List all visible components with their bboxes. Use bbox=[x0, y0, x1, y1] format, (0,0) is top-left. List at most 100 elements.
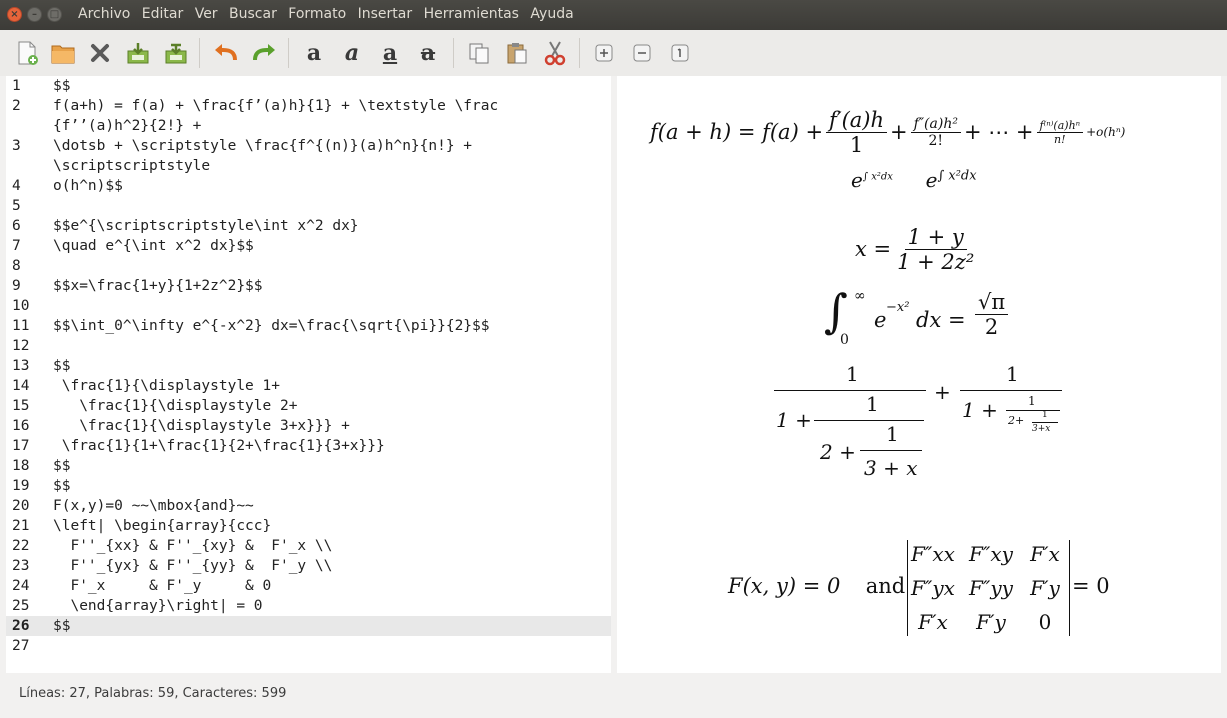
line-number: 13 bbox=[12, 358, 30, 374]
menu-ayuda[interactable]: Ayuda bbox=[530, 6, 573, 22]
editor-line[interactable]: 16 \frac{1}{\displaystyle 3+x}}} + bbox=[6, 416, 611, 436]
line-code: \end{array}\right| = 0 bbox=[53, 598, 263, 614]
editor-line[interactable]: 17 \frac{1}{1+\frac{1}{2+\frac{1}{3+x}}} bbox=[6, 436, 611, 456]
paste-icon[interactable] bbox=[503, 39, 531, 67]
preview-determinant-matrix: F″xx F″xy F′x F″yx F″yy F′y F′x F′y 0 bbox=[907, 540, 1070, 636]
underline-icon[interactable]: a bbox=[376, 39, 404, 67]
editor-line[interactable]: 19 $$ bbox=[6, 476, 611, 496]
menu-ver[interactable]: Ver bbox=[195, 6, 218, 22]
minimize-icon[interactable]: – bbox=[27, 7, 42, 22]
editor-line[interactable]: 4 o(h^n)$$ bbox=[6, 176, 611, 196]
open-file-icon[interactable] bbox=[49, 39, 77, 67]
editor-line[interactable]: 10 bbox=[6, 296, 611, 316]
editor-line[interactable]: 9 $$x=\frac{1+y}{1+2z^2}$$ bbox=[6, 276, 611, 296]
menu-herramientas[interactable]: Herramientas bbox=[424, 6, 519, 22]
menu-bar: Archivo Editar Ver Buscar Formato Insert… bbox=[78, 6, 581, 22]
eq4-frac: √π 2 bbox=[975, 290, 1009, 339]
menu-archivo[interactable]: Archivo bbox=[78, 6, 130, 22]
editor-line[interactable]: 26 $$ bbox=[6, 616, 611, 636]
maximize-icon[interactable]: □ bbox=[47, 7, 62, 22]
zoom-reset-icon[interactable] bbox=[666, 39, 694, 67]
line-code: \frac{1}{1+\frac{1}{2+\frac{1}{3+x}}} bbox=[53, 438, 385, 454]
editor-line[interactable]: 20 F(x,y)=0 ~~\mbox{and}~~ bbox=[6, 496, 611, 516]
preview-equation-determinant-lhs: F(x, y) = 0 and bbox=[728, 574, 906, 598]
line-code: F''_{yx} & F''_{yy} & F'_y \\ bbox=[53, 558, 333, 574]
editor-line[interactable]: 14 \frac{1}{\displaystyle 1+ bbox=[6, 376, 611, 396]
save-as-icon[interactable] bbox=[162, 39, 190, 67]
italic-icon[interactable]: a bbox=[338, 39, 366, 67]
eq1-frac1: f′(a)h 1 bbox=[826, 108, 888, 157]
menu-formato[interactable]: Formato bbox=[288, 6, 346, 22]
editor-line[interactable]: 8 bbox=[6, 256, 611, 276]
menu-insertar[interactable]: Insertar bbox=[358, 6, 413, 22]
redo-icon[interactable] bbox=[250, 39, 278, 67]
menu-editar[interactable]: Editar bbox=[142, 6, 183, 22]
editor-line[interactable]: 13 $$ bbox=[6, 356, 611, 376]
line-number: 27 bbox=[12, 638, 30, 654]
editor-line[interactable]: 1 $$ bbox=[6, 76, 611, 96]
close-icon[interactable]: × bbox=[7, 7, 22, 22]
line-code: \frac{1}{\displaystyle 1+ bbox=[53, 378, 280, 394]
editor-line[interactable]: {f’’(a)h^2}{2!} + bbox=[6, 116, 611, 136]
preview-equation-exponentials: e∫ x²dx e∫ x²dx bbox=[851, 168, 977, 192]
eq3-frac: 1 + y1 + 2z² bbox=[897, 224, 975, 274]
undo-icon[interactable] bbox=[212, 39, 240, 67]
editor-line[interactable]: 6 $$e^{\scriptscriptstyle\int x^2 dx} bbox=[6, 216, 611, 236]
zoom-in-icon[interactable] bbox=[590, 39, 618, 67]
preview-equation-determinant-rhs: = 0 bbox=[1072, 574, 1110, 598]
cut-icon[interactable] bbox=[541, 39, 569, 67]
menu-buscar[interactable]: Buscar bbox=[229, 6, 277, 22]
preview-equation-gaussian-integral: ∫ ∞ 0 e −x² dx = √π 2 bbox=[824, 284, 1024, 352]
line-code: $$ bbox=[53, 618, 71, 634]
line-number: 4 bbox=[12, 178, 21, 194]
line-code: F''_{xx} & F''_{xy} & F'_x \\ bbox=[53, 538, 333, 554]
toolbar-separator bbox=[288, 38, 289, 68]
toolbar-separator bbox=[579, 38, 580, 68]
editor-line[interactable]: 7 \quad e^{\int x^2 dx}$$ bbox=[6, 236, 611, 256]
editor-line[interactable]: 2 f(a+h) = f(a) + \frac{f’(a)h}{1} + \tex… bbox=[6, 96, 611, 116]
line-code: F(x,y)=0 ~~\mbox{and}~~ bbox=[53, 498, 254, 514]
line-code: $$e^{\scriptscriptstyle\int x^2 dx} bbox=[53, 218, 359, 234]
line-number: 21 bbox=[12, 518, 30, 534]
line-number: 24 bbox=[12, 578, 30, 594]
source-editor[interactable]: 1 $$ 2 f(a+h) = f(a) + \frac{f’(a)h}{1} + \… bbox=[6, 76, 611, 673]
new-file-icon[interactable] bbox=[13, 39, 41, 67]
editor-line[interactable]: 18 $$ bbox=[6, 456, 611, 476]
line-code: \dotsb + \scriptstyle \frac{f^{(n)}(a)h^… bbox=[53, 138, 473, 154]
line-code: $$\int_0^\infty e^{-x^2} dx=\frac{\sqrt{… bbox=[53, 318, 490, 334]
eq1-dots: + ⋯ + bbox=[963, 120, 1034, 144]
line-number: 18 bbox=[12, 458, 30, 474]
line-number: 16 bbox=[12, 418, 30, 434]
editor-line[interactable]: \scriptscriptstyle bbox=[6, 156, 611, 176]
bold-icon[interactable]: a bbox=[300, 39, 328, 67]
line-code: $$ bbox=[53, 458, 71, 474]
line-code: \left| \begin{array}{ccc} bbox=[53, 518, 272, 534]
editor-line[interactable]: 24 F'_x & F'_y & 0 bbox=[6, 576, 611, 596]
close-doc-icon[interactable] bbox=[86, 39, 114, 67]
line-code: \frac{1}{\displaystyle 3+x}}} + bbox=[53, 418, 350, 434]
line-code: f(a+h) = f(a) + \frac{f’(a)h}{1} + \text… bbox=[53, 98, 499, 114]
preview-equation-fraction: x = 1 + y1 + 2z² bbox=[855, 220, 980, 278]
editor-line[interactable]: 12 bbox=[6, 336, 611, 356]
line-number: 12 bbox=[12, 338, 30, 354]
editor-line[interactable]: 21 \left| \begin{array}{ccc} bbox=[6, 516, 611, 536]
line-code: $$ bbox=[53, 358, 71, 374]
line-number: 17 bbox=[12, 438, 30, 454]
line-code: \frac{1}{\displaystyle 2+ bbox=[53, 398, 298, 414]
editor-line[interactable]: 11 $$\int_0^\infty e^{-x^2} dx=\frac{\sqr… bbox=[6, 316, 611, 336]
line-number: 14 bbox=[12, 378, 30, 394]
save-icon[interactable] bbox=[124, 39, 152, 67]
line-number: 11 bbox=[12, 318, 30, 334]
strikethrough-icon[interactable]: a bbox=[414, 39, 442, 67]
editor-line[interactable]: 27 bbox=[6, 636, 611, 656]
editor-line[interactable]: 15 \frac{1}{\displaystyle 2+ bbox=[6, 396, 611, 416]
editor-line[interactable]: 23 F''_{yx} & F''_{yy} & F'_y \\ bbox=[6, 556, 611, 576]
zoom-out-icon[interactable] bbox=[628, 39, 656, 67]
copy-icon[interactable] bbox=[465, 39, 493, 67]
line-number: 22 bbox=[12, 538, 30, 554]
editor-line[interactable]: 5 bbox=[6, 196, 611, 216]
editor-line[interactable]: 3 \dotsb + \scriptstyle \frac{f^{(n)}(a)h… bbox=[6, 136, 611, 156]
line-number: 9 bbox=[12, 278, 21, 294]
editor-line[interactable]: 25 \end{array}\right| = 0 bbox=[6, 596, 611, 616]
editor-line[interactable]: 22 F''_{xx} & F''_{xy} & F'_x \\ bbox=[6, 536, 611, 556]
